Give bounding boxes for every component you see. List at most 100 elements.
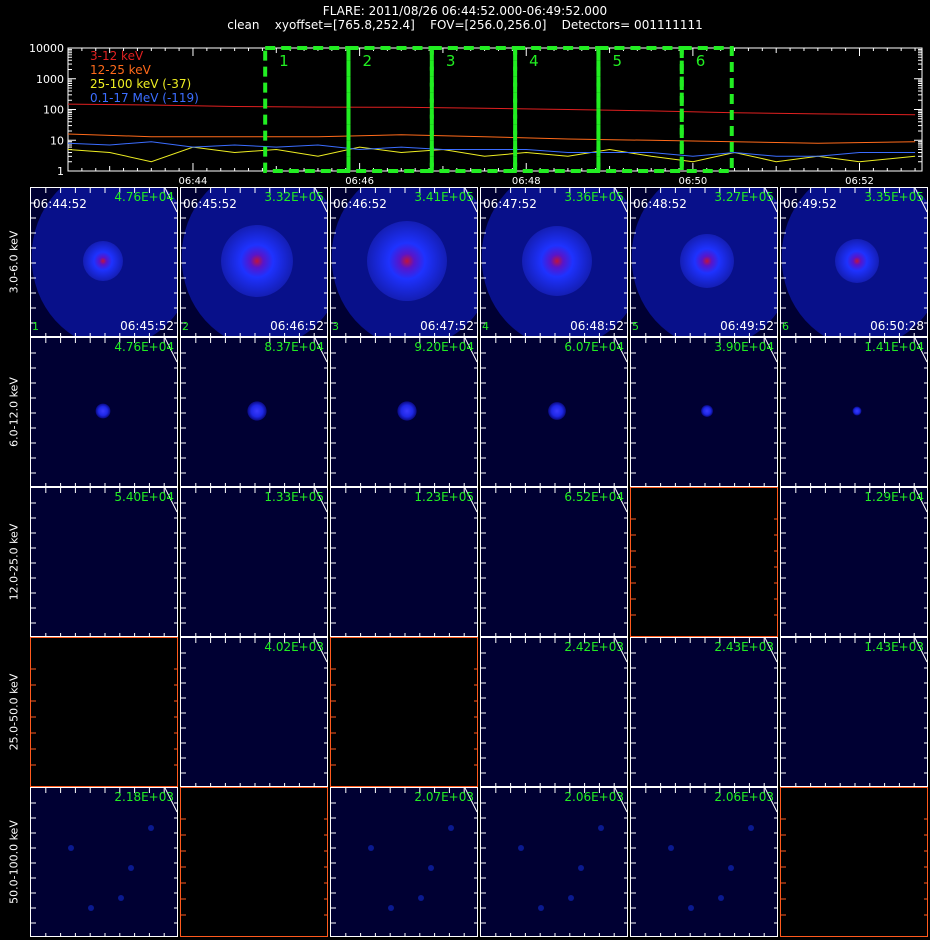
image-panel: 4.02E+03 — [180, 637, 328, 787]
series-line — [67, 103, 916, 116]
energy-band-label: 12.0-25.0 keV — [0, 487, 28, 637]
peak-flux-label: 4.76E+04 — [114, 190, 174, 204]
start-time-label: 06:47:52 — [483, 197, 537, 211]
panel-plot — [181, 638, 327, 786]
start-time-label: 06:48:52 — [633, 197, 687, 211]
x-tick-label: 06:46 — [345, 176, 374, 186]
panel-plot — [481, 638, 627, 786]
interval-label: 1 — [279, 52, 289, 70]
interval-label: 3 — [446, 52, 456, 70]
image-panel: 3.41E+05 06:46:52 06:47:52 3 — [330, 187, 478, 337]
start-time-label: 06:45:52 — [183, 197, 237, 211]
y-tick-label: 10000 — [29, 42, 64, 55]
interval-label: 6 — [696, 52, 706, 70]
panel-plot — [181, 818, 327, 916]
image-panel: 2.07E+03 — [330, 787, 478, 937]
noise-blob — [718, 895, 724, 901]
x-tick-label: 06:48 — [512, 176, 541, 186]
panel-plot — [331, 668, 477, 766]
image-panel: 6.52E+04 — [480, 487, 628, 637]
image-panel: 9.20E+04 — [330, 337, 478, 487]
image-panel: 3.32E+05 06:45:52 06:46:52 2 — [180, 187, 328, 337]
series-line — [67, 141, 916, 157]
legend-entry: 3-12 keV — [90, 49, 144, 63]
interval-box — [679, 46, 734, 173]
peak-flux-label: 6.52E+04 — [564, 490, 624, 504]
peak-flux-label: 4.02E+03 — [264, 640, 324, 654]
peak-flux-label: 9.20E+04 — [414, 340, 474, 354]
peak-flux-label: 2.06E+03 — [714, 790, 774, 804]
noise-blob — [148, 825, 154, 831]
x-tick-label: 06:44 — [179, 176, 208, 186]
flare-source — [835, 239, 879, 283]
image-panel: 5.40E+04 — [30, 487, 178, 637]
flare-source — [247, 401, 267, 421]
panel-plot — [31, 488, 177, 636]
image-panel-empty — [30, 637, 178, 787]
peak-flux-label: 8.37E+04 — [264, 340, 324, 354]
peak-flux-label: 2.42E+03 — [564, 640, 624, 654]
interval-label: 2 — [363, 52, 373, 70]
panel-plot — [631, 518, 777, 616]
peak-flux-label: 3.90E+04 — [714, 340, 774, 354]
image-panel: 2.06E+03 — [480, 787, 628, 937]
image-panel: 3.27E+05 06:48:52 06:49:52 5 — [630, 187, 778, 337]
flare-source — [367, 221, 447, 301]
start-time-label: 06:44:52 — [33, 197, 87, 211]
series-line — [67, 133, 916, 144]
noise-blob — [568, 895, 574, 901]
flare-source — [95, 403, 111, 419]
interval-label: 4 — [529, 52, 539, 70]
panel-plot — [781, 488, 927, 636]
image-panel-empty — [330, 637, 478, 787]
noise-blob — [428, 865, 434, 871]
peak-flux-label: 3.36E+05 — [564, 190, 624, 204]
panel-plot — [631, 788, 777, 936]
end-time-label: 06:47:52 — [420, 319, 474, 333]
panel-plot — [631, 638, 777, 786]
flare-source — [397, 401, 417, 421]
y-tick-label: 100 — [43, 104, 64, 117]
noise-blob — [388, 905, 394, 911]
image-panel-empty — [780, 787, 928, 937]
legend-entry: 0.1-17 MeV (-119) — [90, 91, 199, 105]
peak-flux-label: 2.18E+03 — [114, 790, 174, 804]
peak-flux-label: 4.76E+04 — [114, 340, 174, 354]
interval-number-label: 1 — [32, 320, 39, 333]
peak-flux-label: 1.33E+05 — [264, 490, 324, 504]
peak-flux-label: 5.40E+04 — [114, 490, 174, 504]
interval-number-label: 6 — [782, 320, 789, 333]
noise-blob — [368, 845, 374, 851]
peak-flux-label: 3.32E+05 — [264, 190, 324, 204]
end-time-label: 06:50:28 — [870, 319, 924, 333]
flare-source — [522, 226, 592, 296]
peak-flux-label: 3.35E+05 — [864, 190, 924, 204]
energy-band-label: 50.0-100.0 keV — [0, 787, 28, 937]
panel-plot — [181, 338, 327, 486]
peak-flux-label: 2.43E+03 — [714, 640, 774, 654]
panel-plot — [781, 818, 927, 916]
noise-blob — [538, 905, 544, 911]
image-panel: 2.43E+03 — [630, 637, 778, 787]
legend-entry: 12-25 keV — [90, 63, 152, 77]
start-time-label: 06:49:52 — [783, 197, 837, 211]
noise-blob — [128, 865, 134, 871]
end-time-label: 06:45:52 — [120, 319, 174, 333]
legend-entry: 25-100 keV (-37) — [90, 77, 191, 91]
peak-flux-label: 1.43E+03 — [864, 640, 924, 654]
flare-source — [852, 406, 862, 416]
peak-flux-label: 2.06E+03 — [564, 790, 624, 804]
noise-blob — [118, 895, 124, 901]
image-panel: 3.36E+05 06:47:52 06:48:52 4 — [480, 187, 628, 337]
flare-source — [548, 402, 566, 420]
panel-plot — [331, 788, 477, 936]
y-tick-label: 10 — [50, 134, 64, 147]
interval-number-label: 2 — [182, 320, 189, 333]
image-panel: 6.07E+04 — [480, 337, 628, 487]
lightcurve-chart: 1 10 100 1000 10000 06:44 06:46 06:48 06:50 06:52… — [29, 42, 923, 186]
interval-number-label: 5 — [632, 320, 639, 333]
noise-blob — [668, 845, 674, 851]
flare-source — [701, 405, 713, 417]
interval-number-label: 3 — [332, 320, 339, 333]
panel-plot — [331, 338, 477, 486]
